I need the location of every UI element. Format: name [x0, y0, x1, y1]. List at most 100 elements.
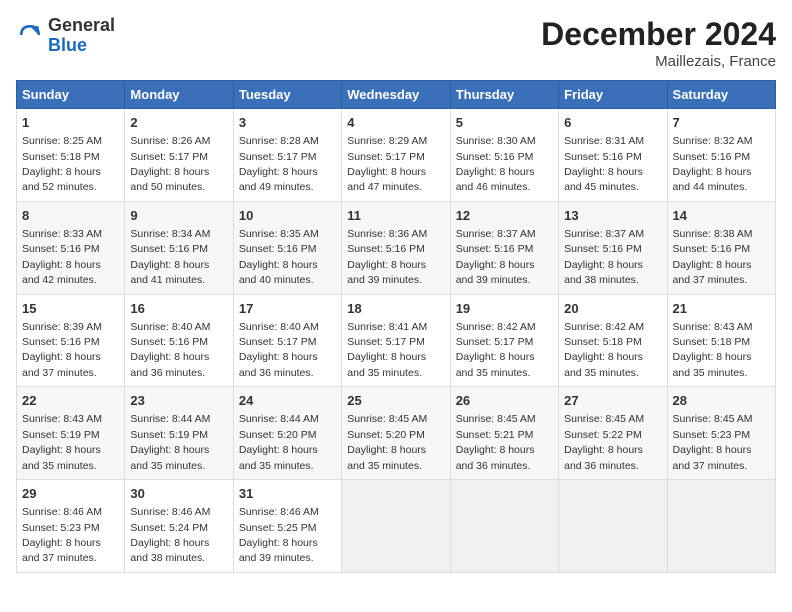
logo-icon — [16, 21, 44, 49]
day-of-week-header: Saturday — [667, 81, 775, 109]
day-number: 23 — [130, 392, 227, 410]
day-number: 24 — [239, 392, 336, 410]
calendar-day-cell: 16 Sunrise: 8:40 AMSunset: 5:16 PMDayligh… — [125, 294, 233, 387]
calendar-day-cell: 17 Sunrise: 8:40 AMSunset: 5:17 PMDayligh… — [233, 294, 341, 387]
calendar-day-cell: 22 Sunrise: 8:43 AMSunset: 5:19 PMDayligh… — [17, 387, 125, 480]
calendar-day-cell — [559, 480, 667, 573]
day-detail: Sunrise: 8:26 AMSunset: 5:17 PMDaylight:… — [130, 135, 210, 193]
calendar-day-cell: 9 Sunrise: 8:34 AMSunset: 5:16 PMDaylight… — [125, 201, 233, 294]
calendar-table: SundayMondayTuesdayWednesdayThursdayFrid… — [16, 80, 776, 573]
calendar-week-row: 1 Sunrise: 8:25 AMSunset: 5:18 PMDaylight… — [17, 109, 776, 202]
day-detail: Sunrise: 8:45 AMSunset: 5:21 PMDaylight:… — [456, 413, 536, 471]
location: Maillezais, France — [541, 53, 776, 70]
day-number: 27 — [564, 392, 661, 410]
day-number: 6 — [564, 114, 661, 132]
day-number: 19 — [456, 300, 553, 318]
calendar-day-cell: 2 Sunrise: 8:26 AMSunset: 5:17 PMDaylight… — [125, 109, 233, 202]
calendar-day-cell — [342, 480, 450, 573]
calendar-day-cell: 11 Sunrise: 8:36 AMSunset: 5:16 PMDayligh… — [342, 201, 450, 294]
calendar-week-row: 8 Sunrise: 8:33 AMSunset: 5:16 PMDaylight… — [17, 201, 776, 294]
day-number: 1 — [22, 114, 119, 132]
calendar-day-cell: 27Sunrise: 8:45 AMSunset: 5:22 PMDayligh… — [559, 387, 667, 480]
day-detail: Sunrise: 8:38 AMSunset: 5:16 PMDaylight:… — [673, 228, 753, 286]
day-of-week-header: Thursday — [450, 81, 558, 109]
day-detail: Sunrise: 8:46 AMSunset: 5:23 PMDaylight:… — [22, 506, 102, 564]
day-detail: Sunrise: 8:43 AMSunset: 5:19 PMDaylight:… — [22, 413, 102, 471]
calendar-day-cell: 15 Sunrise: 8:39 AMSunset: 5:16 PMDayligh… — [17, 294, 125, 387]
day-detail: Sunrise: 8:34 AMSunset: 5:16 PMDaylight:… — [130, 228, 210, 286]
day-detail: Sunrise: 8:35 AMSunset: 5:16 PMDaylight:… — [239, 228, 319, 286]
calendar-day-cell: 3 Sunrise: 8:28 AMSunset: 5:17 PMDaylight… — [233, 109, 341, 202]
month-title: December 2024 — [541, 16, 776, 53]
calendar-day-cell — [667, 480, 775, 573]
calendar-day-cell: 8 Sunrise: 8:33 AMSunset: 5:16 PMDaylight… — [17, 201, 125, 294]
calendar-day-cell: 29 Sunrise: 8:46 AMSunset: 5:23 PMDayligh… — [17, 480, 125, 573]
day-detail: Sunrise: 8:31 AMSunset: 5:16 PMDaylight:… — [564, 135, 644, 193]
day-number: 26 — [456, 392, 553, 410]
calendar-day-cell: 5 Sunrise: 8:30 AMSunset: 5:16 PMDaylight… — [450, 109, 558, 202]
day-number: 28 — [673, 392, 770, 410]
calendar-day-cell: 14 Sunrise: 8:38 AMSunset: 5:16 PMDayligh… — [667, 201, 775, 294]
calendar-day-cell: 23Sunrise: 8:44 AMSunset: 5:19 PMDayligh… — [125, 387, 233, 480]
day-number: 29 — [22, 485, 119, 503]
calendar-day-cell: 30Sunrise: 8:46 AMSunset: 5:24 PMDayligh… — [125, 480, 233, 573]
day-detail: Sunrise: 8:30 AMSunset: 5:16 PMDaylight:… — [456, 135, 536, 193]
day-detail: Sunrise: 8:32 AMSunset: 5:16 PMDaylight:… — [673, 135, 753, 193]
day-detail: Sunrise: 8:29 AMSunset: 5:17 PMDaylight:… — [347, 135, 427, 193]
day-number: 17 — [239, 300, 336, 318]
calendar-day-cell: 31Sunrise: 8:46 AMSunset: 5:25 PMDayligh… — [233, 480, 341, 573]
day-detail: Sunrise: 8:42 AMSunset: 5:17 PMDaylight:… — [456, 321, 536, 379]
day-number: 15 — [22, 300, 119, 318]
day-detail: Sunrise: 8:42 AMSunset: 5:18 PMDaylight:… — [564, 321, 644, 379]
calendar-day-cell: 4 Sunrise: 8:29 AMSunset: 5:17 PMDaylight… — [342, 109, 450, 202]
day-detail: Sunrise: 8:36 AMSunset: 5:16 PMDaylight:… — [347, 228, 427, 286]
day-detail: Sunrise: 8:45 AMSunset: 5:20 PMDaylight:… — [347, 413, 427, 471]
calendar-week-row: 22 Sunrise: 8:43 AMSunset: 5:19 PMDayligh… — [17, 387, 776, 480]
calendar-day-cell: 7 Sunrise: 8:32 AMSunset: 5:16 PMDaylight… — [667, 109, 775, 202]
day-detail: Sunrise: 8:39 AMSunset: 5:16 PMDaylight:… — [22, 321, 102, 379]
day-number: 3 — [239, 114, 336, 132]
calendar-day-cell — [450, 480, 558, 573]
calendar-week-row: 15 Sunrise: 8:39 AMSunset: 5:16 PMDayligh… — [17, 294, 776, 387]
calendar-day-cell: 28Sunrise: 8:45 AMSunset: 5:23 PMDayligh… — [667, 387, 775, 480]
day-number: 9 — [130, 207, 227, 225]
calendar-day-cell: 25 Sunrise: 8:45 AMSunset: 5:20 PMDayligh… — [342, 387, 450, 480]
day-number: 14 — [673, 207, 770, 225]
logo-blue: Blue — [48, 36, 115, 56]
calendar-week-row: 29 Sunrise: 8:46 AMSunset: 5:23 PMDayligh… — [17, 480, 776, 573]
logo: General Blue — [16, 16, 115, 56]
day-detail: Sunrise: 8:33 AMSunset: 5:16 PMDaylight:… — [22, 228, 102, 286]
day-number: 2 — [130, 114, 227, 132]
day-number: 5 — [456, 114, 553, 132]
day-number: 21 — [673, 300, 770, 318]
day-number: 16 — [130, 300, 227, 318]
day-detail: Sunrise: 8:28 AMSunset: 5:17 PMDaylight:… — [239, 135, 319, 193]
day-of-week-header: Tuesday — [233, 81, 341, 109]
day-number: 22 — [22, 392, 119, 410]
day-number: 7 — [673, 114, 770, 132]
calendar-day-cell: 19 Sunrise: 8:42 AMSunset: 5:17 PMDayligh… — [450, 294, 558, 387]
day-number: 18 — [347, 300, 444, 318]
title-area: December 2024 Maillezais, France — [541, 16, 776, 70]
calendar-day-cell: 20 Sunrise: 8:42 AMSunset: 5:18 PMDayligh… — [559, 294, 667, 387]
calendar-day-cell: 21Sunrise: 8:43 AMSunset: 5:18 PMDayligh… — [667, 294, 775, 387]
day-number: 13 — [564, 207, 661, 225]
logo-general: General — [48, 16, 115, 36]
day-detail: Sunrise: 8:40 AMSunset: 5:17 PMDaylight:… — [239, 321, 319, 379]
calendar-header-row: SundayMondayTuesdayWednesdayThursdayFrid… — [17, 81, 776, 109]
day-detail: Sunrise: 8:25 AMSunset: 5:18 PMDaylight:… — [22, 135, 102, 193]
day-number: 8 — [22, 207, 119, 225]
day-number: 10 — [239, 207, 336, 225]
day-number: 4 — [347, 114, 444, 132]
day-number: 25 — [347, 392, 444, 410]
day-of-week-header: Monday — [125, 81, 233, 109]
calendar-day-cell: 10 Sunrise: 8:35 AMSunset: 5:16 PMDayligh… — [233, 201, 341, 294]
calendar-day-cell: 13Sunrise: 8:37 AMSunset: 5:16 PMDayligh… — [559, 201, 667, 294]
day-detail: Sunrise: 8:37 AMSunset: 5:16 PMDaylight:… — [456, 228, 536, 286]
day-detail: Sunrise: 8:40 AMSunset: 5:16 PMDaylight:… — [130, 321, 210, 379]
day-number: 11 — [347, 207, 444, 225]
logo-text: General Blue — [48, 16, 115, 56]
day-number: 30 — [130, 485, 227, 503]
page-header: General Blue December 2024 Maillezais, F… — [16, 16, 776, 70]
day-number: 20 — [564, 300, 661, 318]
